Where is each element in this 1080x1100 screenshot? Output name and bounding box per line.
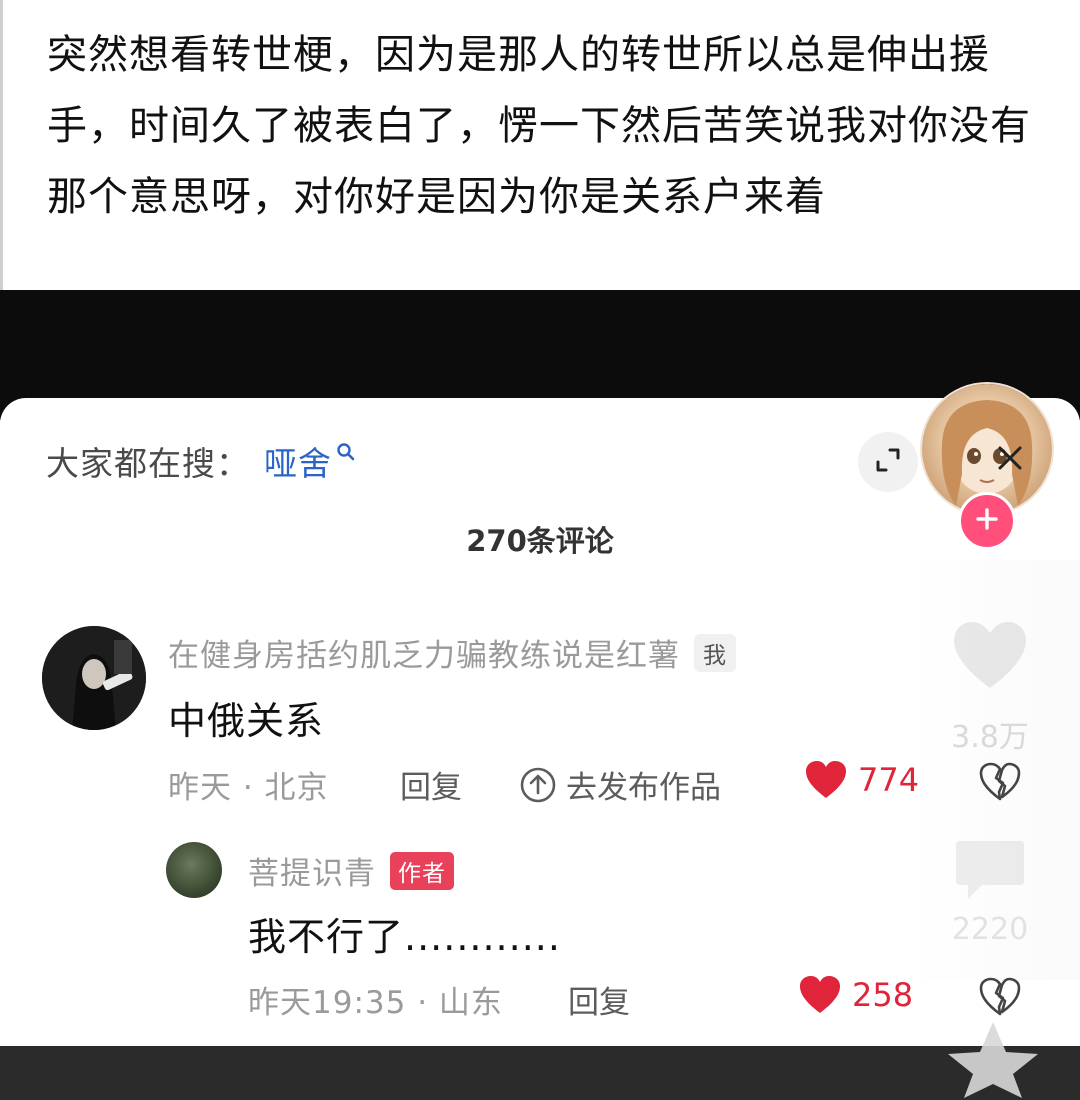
reply-dislike-button[interactable]: [978, 977, 1022, 1017]
comment-username-text: 在健身房括约肌乏力骗教练说是红薯: [168, 638, 680, 674]
reply-time-location: 昨天19:35 · 山东: [248, 985, 503, 1021]
reply-username-text: 菩提识青: [248, 856, 376, 892]
publish-work-button[interactable]: 去发布作品: [518, 762, 721, 807]
like-count: 774: [858, 761, 920, 799]
publish-work-label: 去发布作品: [566, 770, 721, 806]
search-suggestion-term[interactable]: 哑舍: [264, 437, 332, 485]
comment-meta-row: 昨天 · 北京 回复 去发布作品 774: [168, 760, 1028, 806]
app-screen: 突然想看转世梗，因为是那人的转世所以总是伸出援手，时间久了被表白了，愣一下然后苦…: [0, 0, 1080, 1100]
reply-reply-button[interactable]: 回复: [568, 977, 630, 1022]
heart-icon: [804, 760, 848, 800]
heart-icon: [798, 975, 842, 1015]
broken-heart-icon: [978, 762, 1022, 802]
side-like-icon[interactable]: [950, 620, 1030, 696]
upload-icon: [518, 765, 566, 805]
close-icon: [996, 444, 1024, 476]
search-icon: [336, 442, 356, 466]
expand-button[interactable]: [858, 432, 918, 492]
reply-meta-row: 昨天19:35 · 山东 回复 258: [248, 975, 1028, 1021]
side-comment-icon[interactable]: [952, 835, 1028, 909]
expand-icon: [872, 444, 904, 480]
comment-text[interactable]: 中俄关系: [168, 690, 324, 745]
me-badge: 我: [694, 633, 736, 672]
star-icon[interactable]: [938, 1018, 1048, 1100]
reply-text[interactable]: 我不行了............: [248, 906, 561, 961]
search-suggestion-prefix: 大家都在搜：: [46, 444, 250, 483]
post-caption: 突然想看转世梗，因为是那人的转世所以总是伸出援手，时间久了被表白了，愣一下然后苦…: [47, 32, 1031, 220]
search-suggestion[interactable]: 大家都在搜： 哑舍: [46, 438, 356, 484]
bottom-bar: [0, 1046, 1080, 1100]
reply-button[interactable]: 回复: [400, 762, 462, 807]
reply-like-button[interactable]: 258: [798, 975, 913, 1015]
close-button[interactable]: [980, 430, 1040, 490]
author-badge: 作者: [390, 851, 454, 890]
comment-time-location: 昨天 · 北京: [168, 770, 329, 806]
reply-avatar[interactable]: [166, 842, 222, 898]
post-caption-panel: 突然想看转世梗，因为是那人的转世所以总是伸出援手，时间久了被表白了，愣一下然后苦…: [0, 0, 1080, 292]
broken-heart-icon: [978, 977, 1022, 1017]
reply-like-count: 258: [852, 976, 914, 1014]
commenter-avatar[interactable]: [42, 626, 146, 730]
side-like-count: 3.8万: [951, 720, 1029, 755]
side-comment-count: 2220: [951, 912, 1029, 947]
dislike-button[interactable]: [978, 762, 1022, 802]
comment-username[interactable]: 在健身房括约肌乏力骗教练说是红薯 我: [168, 630, 736, 675]
comment-count: 270条评论: [466, 524, 614, 558]
like-button[interactable]: 774: [804, 760, 919, 800]
reply-username[interactable]: 菩提识青 作者: [248, 848, 454, 893]
